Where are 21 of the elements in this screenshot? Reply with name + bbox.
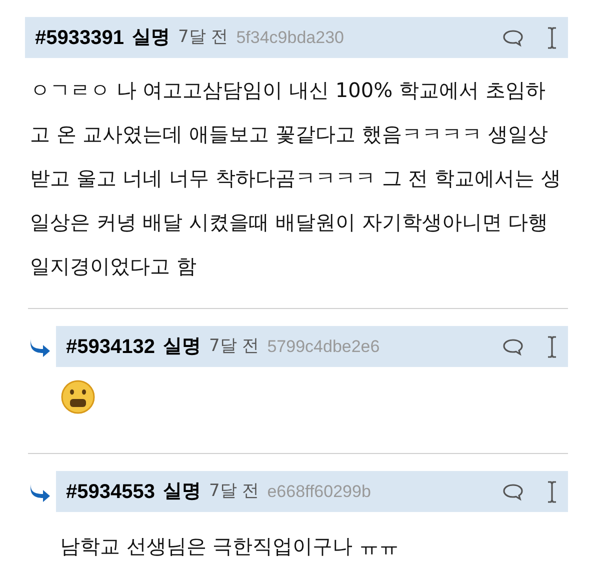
text-cursor-icon[interactable] — [546, 480, 558, 504]
comment-icon[interactable] — [502, 338, 524, 356]
user-hash: 5799c4dbe2e6 — [267, 336, 380, 358]
time-ago: 7달 전 — [208, 334, 260, 358]
comment-number[interactable]: #5933391 — [35, 22, 124, 52]
author-name: 실명 — [162, 479, 201, 504]
shocked-face-icon — [60, 379, 96, 415]
comment-text: 남학교 선생님은 극한직업이구나 ㅠㅠ — [60, 533, 400, 560]
comment-text: ㅇㄱㄹㅇ 나 여고고삼담임이 내신 100% 학교에서 초임하고 온 교사였는데 애들보고 꽃같다고 했음ㅋㅋㅋㅋ 생일상 받고 울고 너네 너무 착하다곰ㅋㅋㅋㅋ 그 전 학교에서는 생일상은 커녕 배달 시켰을때 배달원이 자기학생아니면 다행일지경이었다고 함 — [30, 77, 562, 280]
user-hash: 5f34c9bda230 — [236, 26, 344, 49]
time-ago: 7달 전 — [178, 26, 228, 49]
text-cursor-icon[interactable] — [546, 26, 558, 50]
comment-number[interactable]: #5934553 — [66, 476, 155, 506]
comment-icon[interactable] — [502, 28, 524, 46]
comment-icon[interactable] — [502, 482, 524, 500]
user-hash: e668ff60299b — [267, 480, 371, 503]
time-ago: 7달 전 — [208, 480, 260, 503]
author-name: 실명 — [132, 25, 170, 50]
text-cursor-icon[interactable] — [546, 334, 558, 358]
comment-number[interactable]: #5934132 — [66, 332, 155, 362]
author-name: 실명 — [162, 334, 201, 360]
